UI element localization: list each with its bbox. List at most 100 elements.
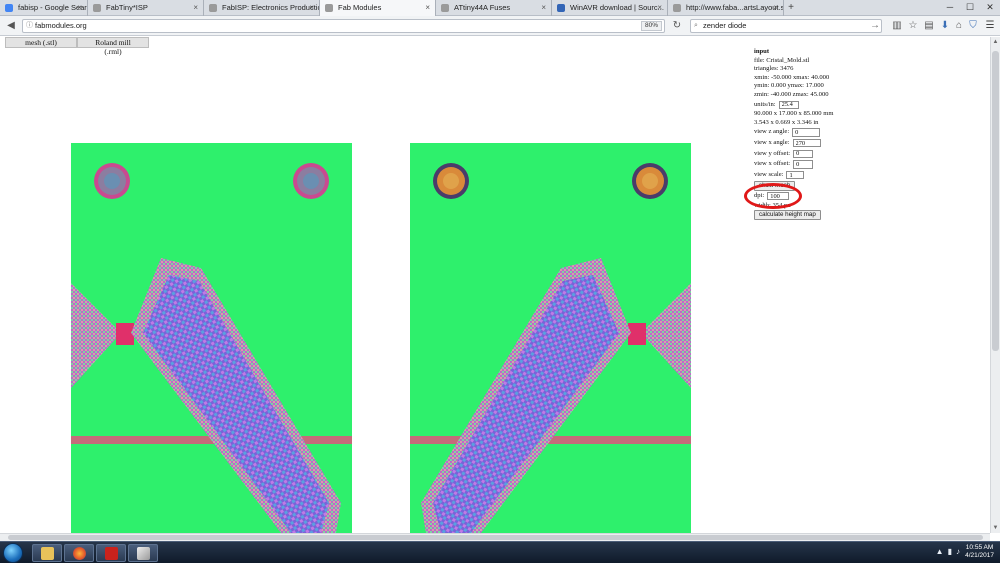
- view-x-angle-label: view x angle:: [754, 138, 790, 146]
- virtualbox-icon: [137, 547, 150, 560]
- reload-icon[interactable]: ↻: [670, 19, 684, 33]
- horizontal-scroll-thumb[interactable]: [8, 535, 983, 540]
- taskbar-flash[interactable]: [96, 544, 126, 562]
- taskbar-explorer[interactable]: [32, 544, 62, 562]
- pocket-icon[interactable]: ⛉: [966, 19, 980, 33]
- close-tab-icon[interactable]: ×: [193, 0, 198, 16]
- funnel-shape: [71, 283, 121, 388]
- view-x-offset-input[interactable]: [793, 160, 814, 169]
- star-icon[interactable]: ☆: [906, 19, 920, 33]
- tab-title: http://www.faba...artsLayout.svg: [686, 3, 784, 12]
- size-mm: 90.000 x 17.000 x 85.000 mm: [754, 110, 834, 118]
- maximize-icon[interactable]: ☐: [960, 0, 980, 15]
- triangle-count: triangles: 3476: [754, 65, 794, 73]
- download-icon[interactable]: ⬇: [938, 19, 952, 33]
- close-tab-icon[interactable]: ×: [657, 0, 662, 16]
- crystal-body-mesh: [433, 275, 619, 533]
- view-scale-input[interactable]: [786, 170, 805, 180]
- tab-fab-modules[interactable]: Fab Modules ×: [320, 0, 436, 16]
- bookmarks-icon[interactable]: ▤: [922, 19, 936, 33]
- search-icon: ⌕: [694, 22, 698, 29]
- units-row: units/in:: [754, 100, 894, 111]
- tab-fabtiny-isp[interactable]: FabTiny*ISP ×: [88, 0, 204, 16]
- height-map-render: [410, 163, 691, 533]
- windows-taskbar: ▲ ▮ ♪ 10:55 AM 4/21/2017: [0, 541, 1000, 563]
- view-scale-label: view scale:: [754, 170, 784, 178]
- tab-fabisp-electronics-production[interactable]: FabISP: Electronics Production ×: [204, 0, 320, 16]
- horizontal-scrollbar[interactable]: [0, 533, 990, 541]
- tab-attiny44a-fuses[interactable]: ATtiny44A Fuses ×: [436, 0, 552, 16]
- height-map-panel: [410, 143, 691, 533]
- tab-strip-spacer: [798, 0, 940, 15]
- units-label: units/in:: [754, 100, 776, 108]
- units-input[interactable]: [778, 100, 799, 110]
- page-icon: [673, 4, 681, 12]
- taskbar-firefox[interactable]: [64, 544, 94, 562]
- view-x-offset-row: view x offset:: [754, 159, 894, 170]
- page-icon: [441, 4, 449, 12]
- page-icon: [93, 4, 101, 12]
- x-range: xmin: -50.000 xmax: 40.000: [754, 73, 830, 81]
- z-range: zmin: -40.000 zmax: 45.000: [754, 90, 829, 98]
- network-icon[interactable]: ▮: [948, 547, 952, 556]
- tab-winavr-download[interactable]: WinAVR download | Sourc... ×: [552, 0, 668, 16]
- close-tab-icon[interactable]: ×: [77, 0, 82, 16]
- mold-hole-top-right: [632, 163, 668, 199]
- search-go-icon[interactable]: →: [868, 19, 882, 33]
- new-tab-button[interactable]: +: [784, 0, 798, 15]
- info-icon[interactable]: ⓘ: [26, 20, 33, 32]
- close-tab-icon[interactable]: ×: [541, 0, 546, 16]
- view-z-angle-row: view z angle:: [754, 127, 894, 138]
- flash-icon: [105, 547, 118, 560]
- clock-time: 10:55 AM: [965, 544, 994, 551]
- menu-icon[interactable]: ☰: [983, 19, 997, 33]
- close-tab-icon[interactable]: ×: [773, 0, 778, 16]
- taskbar-clock[interactable]: 10:55 AM 4/21/2017: [965, 544, 994, 560]
- close-tab-icon[interactable]: ×: [309, 0, 314, 16]
- url-text: fabmodules.org: [35, 21, 87, 30]
- tab-fabisp-google-search[interactable]: fabisp - Google Search ×: [0, 0, 88, 16]
- search-bar[interactable]: ⌕ zender diode: [690, 19, 882, 33]
- scroll-up-icon[interactable]: ▲: [991, 39, 1000, 45]
- google-icon: [5, 4, 13, 12]
- page-icon: [325, 4, 333, 12]
- vertical-scroll-thumb[interactable]: [992, 51, 999, 351]
- view-z-angle-input[interactable]: [792, 128, 821, 137]
- mold-hole-top-right: [293, 163, 329, 199]
- navigation-bar: ◀ ⓘ fabmodules.org 80% ↻ ⌕ zender diode …: [0, 16, 1000, 36]
- funnel-shape: [641, 283, 691, 388]
- firefox-icon: [73, 547, 86, 560]
- sprue-connector: [628, 323, 646, 345]
- scroll-down-icon[interactable]: ▼: [991, 525, 1000, 531]
- file-name: file: Cristal_Mold.stl: [754, 56, 810, 64]
- system-tray: ▲ ▮ ♪: [936, 547, 960, 556]
- mesh-stl-button[interactable]: mesh (.stl): [5, 37, 77, 48]
- view-y-offset-input[interactable]: [793, 149, 814, 159]
- roland-mill-rml-button[interactable]: Roland mill (.rml): [77, 37, 149, 56]
- input-title: input: [754, 48, 770, 55]
- start-button[interactable]: [3, 543, 23, 563]
- tab-title: FabISP: Electronics Production: [222, 3, 320, 12]
- output-format-buttons: mesh (.stl) Roland mill (.rml): [5, 37, 149, 56]
- taskbar-virtualbox[interactable]: [128, 544, 158, 562]
- volume-icon[interactable]: ♪: [956, 547, 960, 556]
- home-icon[interactable]: ⌂: [952, 19, 966, 33]
- zoom-indicator[interactable]: 80%: [640, 21, 662, 31]
- view-scale-row: view scale:: [754, 170, 894, 181]
- close-tab-icon[interactable]: ×: [425, 0, 430, 16]
- calculate-height-map-button[interactable]: calculate height map: [754, 210, 821, 221]
- calculate-row: calculate height map: [754, 210, 894, 221]
- url-bar[interactable]: ⓘ fabmodules.org 80%: [22, 19, 665, 33]
- view-y-offset-label: view y offset:: [754, 149, 791, 157]
- close-window-icon[interactable]: ✕: [980, 0, 1000, 15]
- view-x-angle-input[interactable]: [792, 138, 821, 148]
- show-hidden-icons-icon[interactable]: ▲: [936, 547, 944, 556]
- page-viewport: mesh (.stl) Roland mill (.rml) input fil…: [0, 37, 990, 533]
- back-icon[interactable]: ◀: [4, 19, 18, 33]
- vertical-scrollbar[interactable]: ▲ ▼: [990, 37, 1000, 533]
- minimize-icon[interactable]: ─: [940, 0, 960, 15]
- tab-parts-layout-svg[interactable]: http://www.faba...artsLayout.svg ×: [668, 0, 784, 16]
- view-z-angle-label: view z angle:: [754, 128, 790, 136]
- clock-date: 4/21/2017: [965, 552, 994, 559]
- library-icon[interactable]: ▥: [890, 19, 904, 33]
